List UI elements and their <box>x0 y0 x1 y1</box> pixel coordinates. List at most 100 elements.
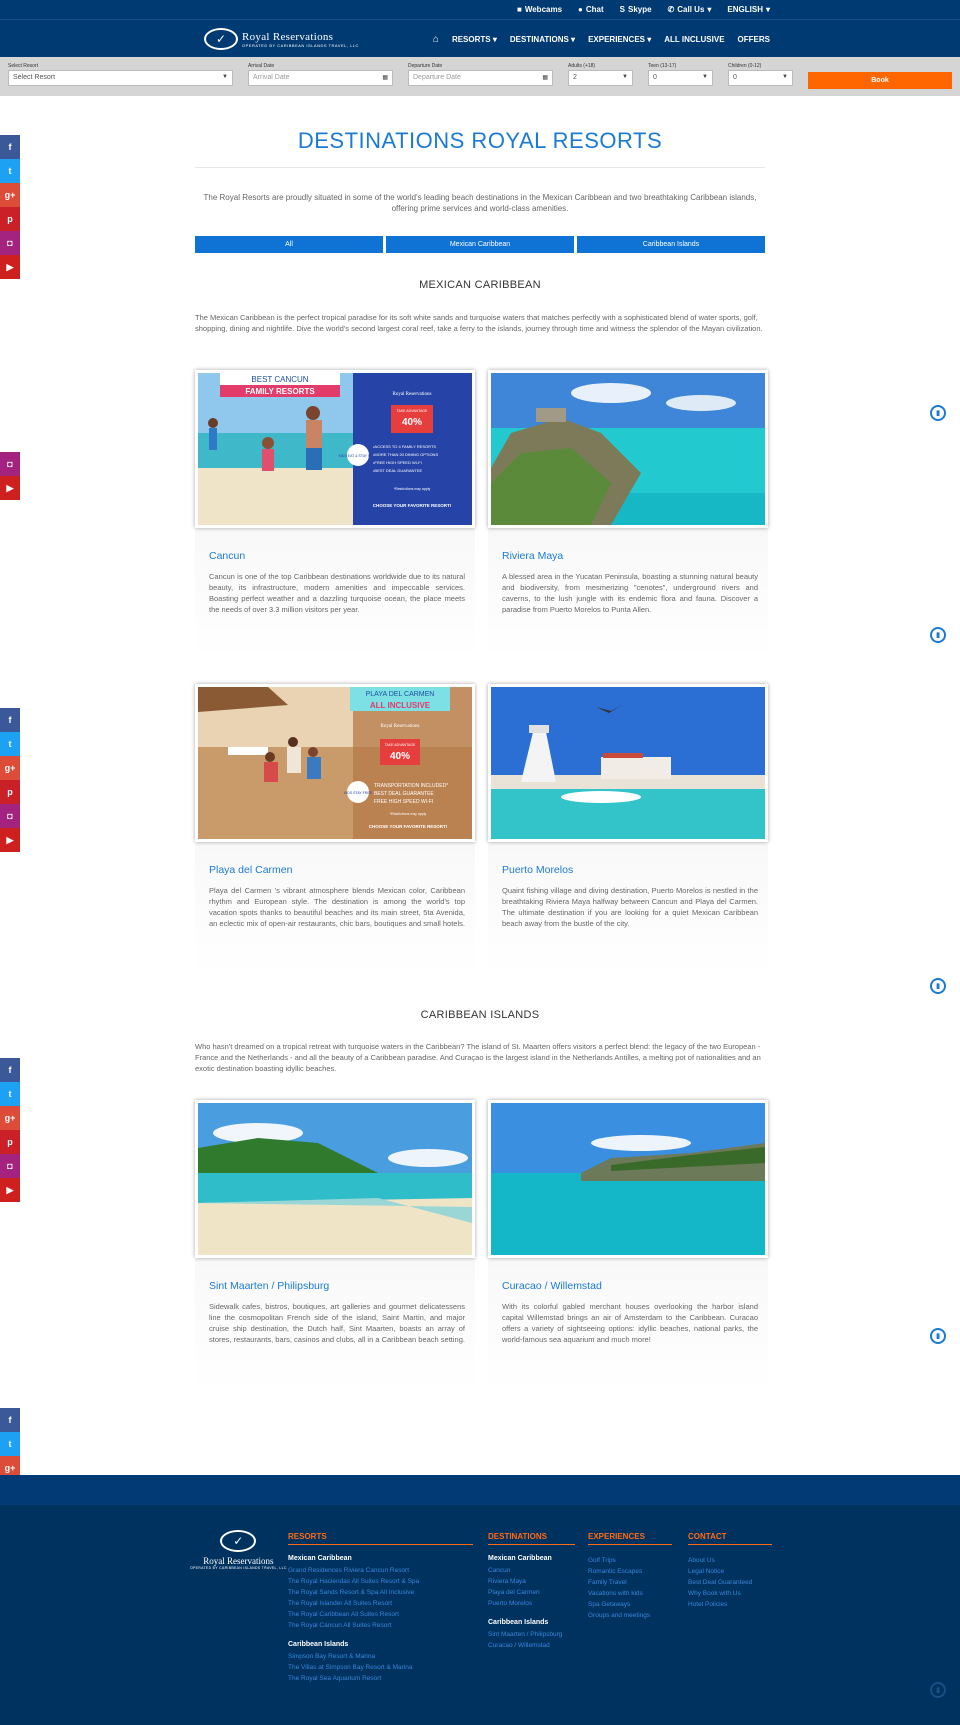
card-title[interactable]: Puerto Morelos <box>502 864 573 876</box>
social-bar: f t g+ p ◘ ▶ <box>0 1058 20 1202</box>
footer-link[interactable]: The Royal Sea Aquarium Resort <box>288 1673 473 1684</box>
footer-link[interactable]: Puerto Morelos <box>488 1598 575 1609</box>
footer-link[interactable]: Simpson Bay Resort & Marina <box>288 1651 473 1662</box>
destination-card-curacao[interactable]: Curacao / Willemstad With its colorful g… <box>488 1100 768 1390</box>
arrival-date-input[interactable]: Arrival Date ▦ <box>248 70 393 86</box>
instagram-icon[interactable]: ◘ <box>0 804 20 828</box>
svg-text:TAKE ADVANTAGE: TAKE ADVANTAGE <box>397 409 428 413</box>
footer-link[interactable]: Legal Notice <box>688 1566 772 1577</box>
youtube-icon[interactable]: ▶ <box>0 255 20 279</box>
google-plus-icon[interactable]: g+ <box>0 1106 20 1130</box>
puerto-morelos-image[interactable] <box>488 684 768 842</box>
pinterest-icon[interactable]: p <box>0 207 20 231</box>
children-select[interactable]: 0 ▼ <box>728 70 793 86</box>
chat-link[interactable]: ● Chat <box>578 5 604 14</box>
footer-link[interactable]: About Us <box>688 1555 772 1566</box>
footer-link[interactable]: Why Book with Us <box>688 1588 772 1599</box>
facebook-icon[interactable]: f <box>0 135 20 159</box>
facebook-icon[interactable]: f <box>0 708 20 732</box>
svg-text:FREE HIGH SPEED WI-FI: FREE HIGH SPEED WI-FI <box>374 799 433 805</box>
cancun-promo-image[interactable]: BEST CANCUN FAMILY RESORTS Royal Reserva… <box>195 370 475 528</box>
destination-card-sint-maarten[interactable]: Sint Maarten / Philipsburg Sidewalk cafe… <box>195 1100 475 1390</box>
google-plus-icon[interactable]: g+ <box>0 756 20 780</box>
resort-select[interactable]: Select Resort ▼ <box>8 70 233 86</box>
instagram-icon[interactable]: ◘ <box>0 452 20 476</box>
skype-link[interactable]: S Skype <box>620 5 652 14</box>
footer-link[interactable]: The Royal Sands Resort & Spa All Inclusi… <box>288 1587 473 1598</box>
footer-link[interactable]: Romantic Escapes <box>588 1566 672 1577</box>
svg-text:KIDS STAY FREE: KIDS STAY FREE <box>344 791 373 795</box>
destination-card-puerto-morelos[interactable]: Puerto Morelos Quaint fishing village an… <box>488 684 768 974</box>
floating-scroll-icon[interactable]: ▮ <box>930 1328 946 1344</box>
card-title[interactable]: Playa del Carmen <box>209 864 292 876</box>
youtube-icon[interactable]: ▶ <box>0 476 20 500</box>
destination-card-riviera-maya[interactable]: Riviera Maya A blessed area in the Yucat… <box>488 370 768 660</box>
footer-logo[interactable]: ✓ Royal Reservations OPERATED BY CARIBBE… <box>190 1530 287 1570</box>
youtube-icon[interactable]: ▶ <box>0 1178 20 1202</box>
tab-mexican-caribbean[interactable]: Mexican Caribbean <box>386 236 574 253</box>
footer-link[interactable]: Grand Residences Riviera Cancun Resort <box>288 1565 473 1576</box>
card-title[interactable]: Cancun <box>209 550 245 562</box>
card-title[interactable]: Curacao / Willemstad <box>502 1280 602 1292</box>
footer-link[interactable]: Spa Getaways <box>588 1599 672 1610</box>
site-logo[interactable]: ✓ Royal Reservations OPERATED BY CARIBBE… <box>204 28 359 50</box>
footer-link[interactable]: Vacations with kids <box>588 1588 672 1599</box>
footer-link[interactable]: Sint Maarten / Philipsburg <box>488 1629 575 1640</box>
language-dropdown[interactable]: ENGLISH ▾ <box>727 5 770 14</box>
call-us-dropdown[interactable]: ✆ Call Us ▾ <box>668 5 712 14</box>
adults-select[interactable]: 2 ▼ <box>568 70 633 86</box>
destination-card-playa-del-carmen[interactable]: PLAYA DEL CARMEN ALL INCLUSIVE Royal Res… <box>195 684 475 974</box>
nav-item-all-inclusive[interactable]: ALL INCLUSIVE <box>664 35 724 44</box>
card-title[interactable]: Riviera Maya <box>502 550 563 562</box>
floating-scroll-icon[interactable]: ▮ <box>930 1682 946 1698</box>
book-button[interactable]: Book <box>808 72 952 89</box>
footer <box>0 1505 960 1725</box>
footer-link[interactable]: The Villas at Simpson Bay Resort & Marin… <box>288 1662 473 1673</box>
nav-item-experiences[interactable]: EXPERIENCES ▾ <box>588 35 651 44</box>
riviera-maya-image[interactable] <box>488 370 768 528</box>
footer-link[interactable]: The Royal Islander All Suites Resort <box>288 1598 473 1609</box>
youtube-icon[interactable]: ▶ <box>0 828 20 852</box>
footer-link[interactable]: The Royal Haciendas All Suites Resort & … <box>288 1576 473 1587</box>
twitter-icon[interactable]: t <box>0 1082 20 1106</box>
footer-link[interactable]: Golf Trips <box>588 1555 672 1566</box>
departure-date-input[interactable]: Departure Date ▦ <box>408 70 553 86</box>
footer-link[interactable]: Curacao / Willemstad <box>488 1640 575 1651</box>
curacao-image[interactable] <box>488 1100 768 1258</box>
footer-link[interactable]: Family Travel <box>588 1577 672 1588</box>
webcams-link[interactable]: ■ Webcams <box>517 5 562 14</box>
footer-link[interactable]: Groups and meetings <box>588 1610 672 1621</box>
instagram-icon[interactable]: ◘ <box>0 231 20 255</box>
destination-card-cancun[interactable]: BEST CANCUN FAMILY RESORTS Royal Reserva… <box>195 370 475 660</box>
sint-maarten-image[interactable] <box>195 1100 475 1258</box>
nav-item-destinations[interactable]: DESTINATIONS ▾ <box>510 35 575 44</box>
home-icon[interactable]: ⌂ <box>433 34 439 45</box>
teens-select[interactable]: 0 ▼ <box>648 70 713 86</box>
twitter-icon[interactable]: t <box>0 159 20 183</box>
twitter-icon[interactable]: t <box>0 732 20 756</box>
google-plus-icon[interactable]: g+ <box>0 183 20 207</box>
twitter-icon[interactable]: t <box>0 1432 20 1456</box>
footer-link[interactable]: Hotel Policies <box>688 1599 772 1610</box>
footer-link[interactable]: Best Deal Guaranteed <box>688 1577 772 1588</box>
logo-name: Royal Reservations <box>242 30 334 43</box>
pinterest-icon[interactable]: p <box>0 1130 20 1154</box>
nav-item-resorts[interactable]: RESORTS ▾ <box>452 35 497 44</box>
instagram-icon[interactable]: ◘ <box>0 1154 20 1178</box>
footer-link[interactable]: Playa del Carmen <box>488 1587 575 1598</box>
footer-link[interactable]: The Royal Caribbean All Suites Resort <box>288 1609 473 1620</box>
pinterest-icon[interactable]: p <box>0 780 20 804</box>
facebook-icon[interactable]: f <box>0 1058 20 1082</box>
facebook-icon[interactable]: f <box>0 1408 20 1432</box>
tab-caribbean-islands[interactable]: Caribbean Islands <box>577 236 765 253</box>
footer-link[interactable]: The Royal Cancun All Suites Resort <box>288 1620 473 1631</box>
tab-all[interactable]: All <box>195 236 383 253</box>
footer-link[interactable]: Cancun <box>488 1565 575 1576</box>
card-title[interactable]: Sint Maarten / Philipsburg <box>209 1280 329 1292</box>
floating-scroll-icon[interactable]: ▮ <box>930 405 946 421</box>
floating-scroll-icon[interactable]: ▮ <box>930 627 946 643</box>
floating-scroll-icon[interactable]: ▮ <box>930 978 946 994</box>
nav-item-offers[interactable]: OFFERS <box>738 35 770 44</box>
footer-link[interactable]: Riviera Maya <box>488 1576 575 1587</box>
playa-del-carmen-promo-image[interactable]: PLAYA DEL CARMEN ALL INCLUSIVE Royal Res… <box>195 684 475 842</box>
